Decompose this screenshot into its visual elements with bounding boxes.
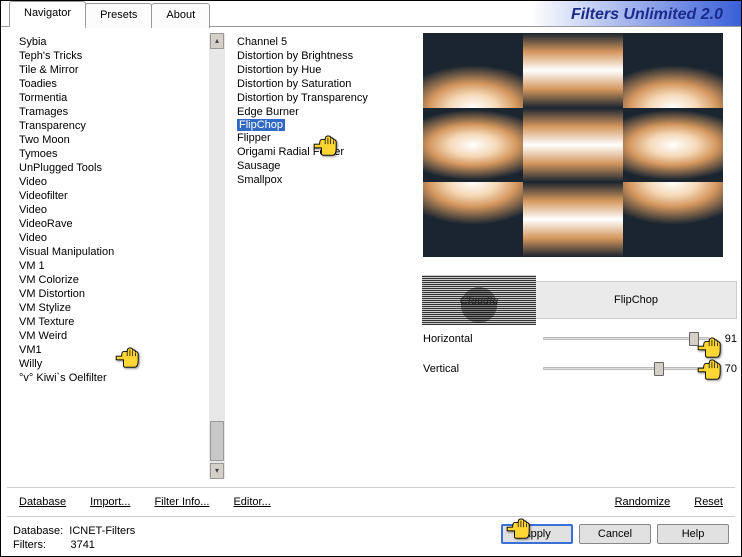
preview-image xyxy=(423,33,723,257)
import-button[interactable]: Import... xyxy=(90,496,130,508)
list-item[interactable]: Smallpox xyxy=(237,173,413,187)
editor-button[interactable]: Editor... xyxy=(233,496,270,508)
filter-info-button[interactable]: Filter Info... xyxy=(154,496,209,508)
tab-presets[interactable]: Presets xyxy=(85,3,152,28)
scroll-down-icon[interactable]: ▾ xyxy=(210,463,224,479)
list-item[interactable]: UnPlugged Tools xyxy=(19,161,221,175)
help-button[interactable]: Help xyxy=(657,524,729,544)
slider-vertical: Vertical 70 xyxy=(423,359,737,379)
list-item[interactable]: Willy xyxy=(19,357,221,371)
list-item[interactable]: VideoRave xyxy=(19,217,221,231)
scrollbar[interactable]: ▴ ▾ xyxy=(209,33,225,479)
list-item[interactable]: Channel 5 xyxy=(237,35,413,49)
list-item[interactable]: Distortion by Saturation xyxy=(237,77,413,91)
list-item[interactable]: Sausage xyxy=(237,159,413,173)
list-item[interactable]: VM Texture xyxy=(19,315,221,329)
list-item[interactable]: Edge Burner xyxy=(237,105,413,119)
scroll-thumb[interactable] xyxy=(210,421,224,461)
app-title: Filters Unlimited 2.0 xyxy=(531,1,741,26)
list-item[interactable]: Videofilter xyxy=(19,189,221,203)
list-item[interactable]: Origami Radial Folder xyxy=(237,145,413,159)
list-item[interactable]: VM Distortion xyxy=(19,287,221,301)
tab-about[interactable]: About xyxy=(151,3,210,28)
list-item[interactable]: Tymoes xyxy=(19,147,221,161)
list-item[interactable]: Tile & Mirror xyxy=(19,63,221,77)
list-item[interactable]: Tormentia xyxy=(19,91,221,105)
tabs: NavigatorPresetsAbout xyxy=(9,1,209,26)
list-item[interactable]: VM Weird xyxy=(19,329,221,343)
list-item[interactable]: VM1 xyxy=(19,343,221,357)
slider-value: 70 xyxy=(709,363,737,375)
slider-value: 91 xyxy=(709,333,737,345)
list-item[interactable]: °v° Kiwi`s Oelfilter xyxy=(19,371,221,385)
reset-button[interactable]: Reset xyxy=(694,496,723,508)
list-item[interactable]: Distortion by Hue xyxy=(237,63,413,77)
list-item[interactable]: Video xyxy=(19,175,221,189)
slider-track[interactable] xyxy=(543,359,709,379)
footer-info: Database: ICNET-Filters Filters: 3741 xyxy=(13,524,501,552)
slider-horizontal: Horizontal 91 xyxy=(423,329,737,349)
tab-navigator[interactable]: Navigator xyxy=(9,1,86,27)
apply-button[interactable]: Apply xyxy=(501,524,573,544)
filter-title-bar: Claudia FlipChop xyxy=(423,281,737,319)
list-item[interactable]: Toadies xyxy=(19,77,221,91)
list-item[interactable]: Two Moon xyxy=(19,133,221,147)
slider-track[interactable] xyxy=(543,329,709,349)
list-item[interactable]: FlipChop xyxy=(237,119,285,131)
filter-list[interactable]: Channel 5Distortion by BrightnessDistort… xyxy=(229,33,415,487)
filter-name-label: FlipChop xyxy=(536,294,736,306)
list-item[interactable]: VM 1 xyxy=(19,259,221,273)
list-item[interactable]: Video xyxy=(19,203,221,217)
list-item[interactable]: Teph's Tricks xyxy=(19,49,221,63)
list-item[interactable]: Sybia xyxy=(19,35,221,49)
category-list[interactable]: SybiaTeph's TricksTile & MirrorToadiesTo… xyxy=(5,33,225,479)
list-item[interactable]: Visual Manipulation xyxy=(19,245,221,259)
list-item[interactable]: VM Stylize xyxy=(19,301,221,315)
list-item[interactable]: Tramages xyxy=(19,105,221,119)
list-item[interactable]: VM Colorize xyxy=(19,273,221,287)
database-button[interactable]: Database xyxy=(19,496,66,508)
cancel-button[interactable]: Cancel xyxy=(579,524,651,544)
slider-thumb[interactable] xyxy=(654,362,664,376)
scroll-up-icon[interactable]: ▴ xyxy=(210,33,224,49)
list-item[interactable]: Flipper xyxy=(237,131,413,145)
list-item[interactable]: Distortion by Brightness xyxy=(237,49,413,63)
slider-label: Horizontal xyxy=(423,333,543,345)
list-item[interactable]: Distortion by Transparency xyxy=(237,91,413,105)
slider-thumb[interactable] xyxy=(689,332,699,346)
list-item[interactable]: Video xyxy=(19,231,221,245)
watermark-logo: Claudia xyxy=(422,275,536,325)
list-item[interactable]: Transparency xyxy=(19,119,221,133)
randomize-button[interactable]: Randomize xyxy=(615,496,671,508)
toolbar: Database Import... Filter Info... Editor… xyxy=(7,487,735,517)
slider-label: Vertical xyxy=(423,363,543,375)
